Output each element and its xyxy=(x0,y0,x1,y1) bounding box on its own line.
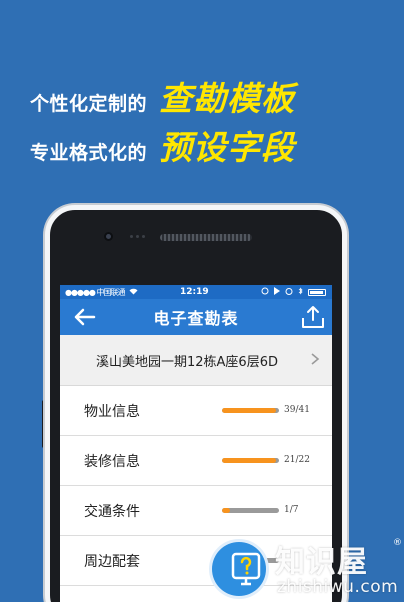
progress-fill xyxy=(222,508,231,513)
promo-line-2-big: 预设字段 xyxy=(159,128,296,167)
status-time: 12:19 xyxy=(180,287,209,297)
promo-line-1-small: 个性化定制的 xyxy=(30,93,148,115)
share-button[interactable] xyxy=(300,304,326,330)
watermark: 知识屋 ® zhishiwu.com xyxy=(205,535,404,602)
watermark-url: zhishiwu.com xyxy=(277,577,399,597)
promo-line-1-big: 查勘模板 xyxy=(159,79,296,118)
sensor-dots xyxy=(130,235,145,238)
progress-bar xyxy=(222,458,279,463)
alarm-icon xyxy=(285,287,293,297)
progress-bar xyxy=(222,408,279,413)
chevron-right-icon xyxy=(311,353,320,365)
progress-count: 1/7 xyxy=(284,505,299,515)
lock-rotation-icon xyxy=(261,287,269,297)
question-monitor-icon xyxy=(231,552,261,586)
battery-icon xyxy=(308,288,326,296)
nav-bar: 电子查勘表 xyxy=(60,299,332,335)
progress-fill xyxy=(222,408,277,413)
promo-line-2: 专业格式化的 预设字段 xyxy=(30,121,295,169)
list-item[interactable]: 交通条件 1/7 xyxy=(60,486,332,536)
back-arrow-icon xyxy=(74,308,96,326)
status-right-icons xyxy=(261,287,326,297)
list-item-label: 物业信息 xyxy=(84,403,140,420)
progress-fill xyxy=(222,458,277,463)
address-text: 溪山美地园一期12栋A座6层6D xyxy=(96,354,278,370)
location-icon xyxy=(274,287,280,297)
list-item[interactable]: 装修信息 21/22 xyxy=(60,436,332,486)
progress-count: 39/41 xyxy=(284,405,310,415)
list-item[interactable]: 物业信息 39/41 xyxy=(60,386,332,436)
status-bar: ●●●●● 中国联通 12:19 xyxy=(60,285,332,299)
wifi-icon xyxy=(129,288,138,297)
back-button[interactable] xyxy=(72,307,96,327)
promo-line-2-small: 专业格式化的 xyxy=(30,142,148,164)
address-row[interactable]: 溪山美地园一期12栋A座6层6D xyxy=(60,335,332,386)
carrier-text: ●●●●● 中国联通 xyxy=(65,287,125,297)
earpiece-speaker xyxy=(160,234,252,241)
progress-count: 21/22 xyxy=(284,455,310,465)
watermark-brand: 知识屋 xyxy=(275,545,368,580)
promo-line-1: 个性化定制的 查勘模板 xyxy=(30,72,295,120)
watermark-logo xyxy=(209,539,269,599)
front-camera-icon xyxy=(104,232,113,241)
registered-mark: ® xyxy=(393,538,402,548)
upload-share-icon xyxy=(302,306,324,328)
list-item-label: 周边配套 xyxy=(84,553,140,570)
bluetooth-icon xyxy=(298,287,303,297)
progress-bar xyxy=(222,508,279,513)
list-item-label: 交通条件 xyxy=(84,503,140,520)
list-item-label: 装修信息 xyxy=(84,453,140,470)
promo-banner: 个性化定制的 查勘模板 专业格式化的 预设字段 xyxy=(0,0,404,190)
page-title: 电子查勘表 xyxy=(153,309,239,328)
